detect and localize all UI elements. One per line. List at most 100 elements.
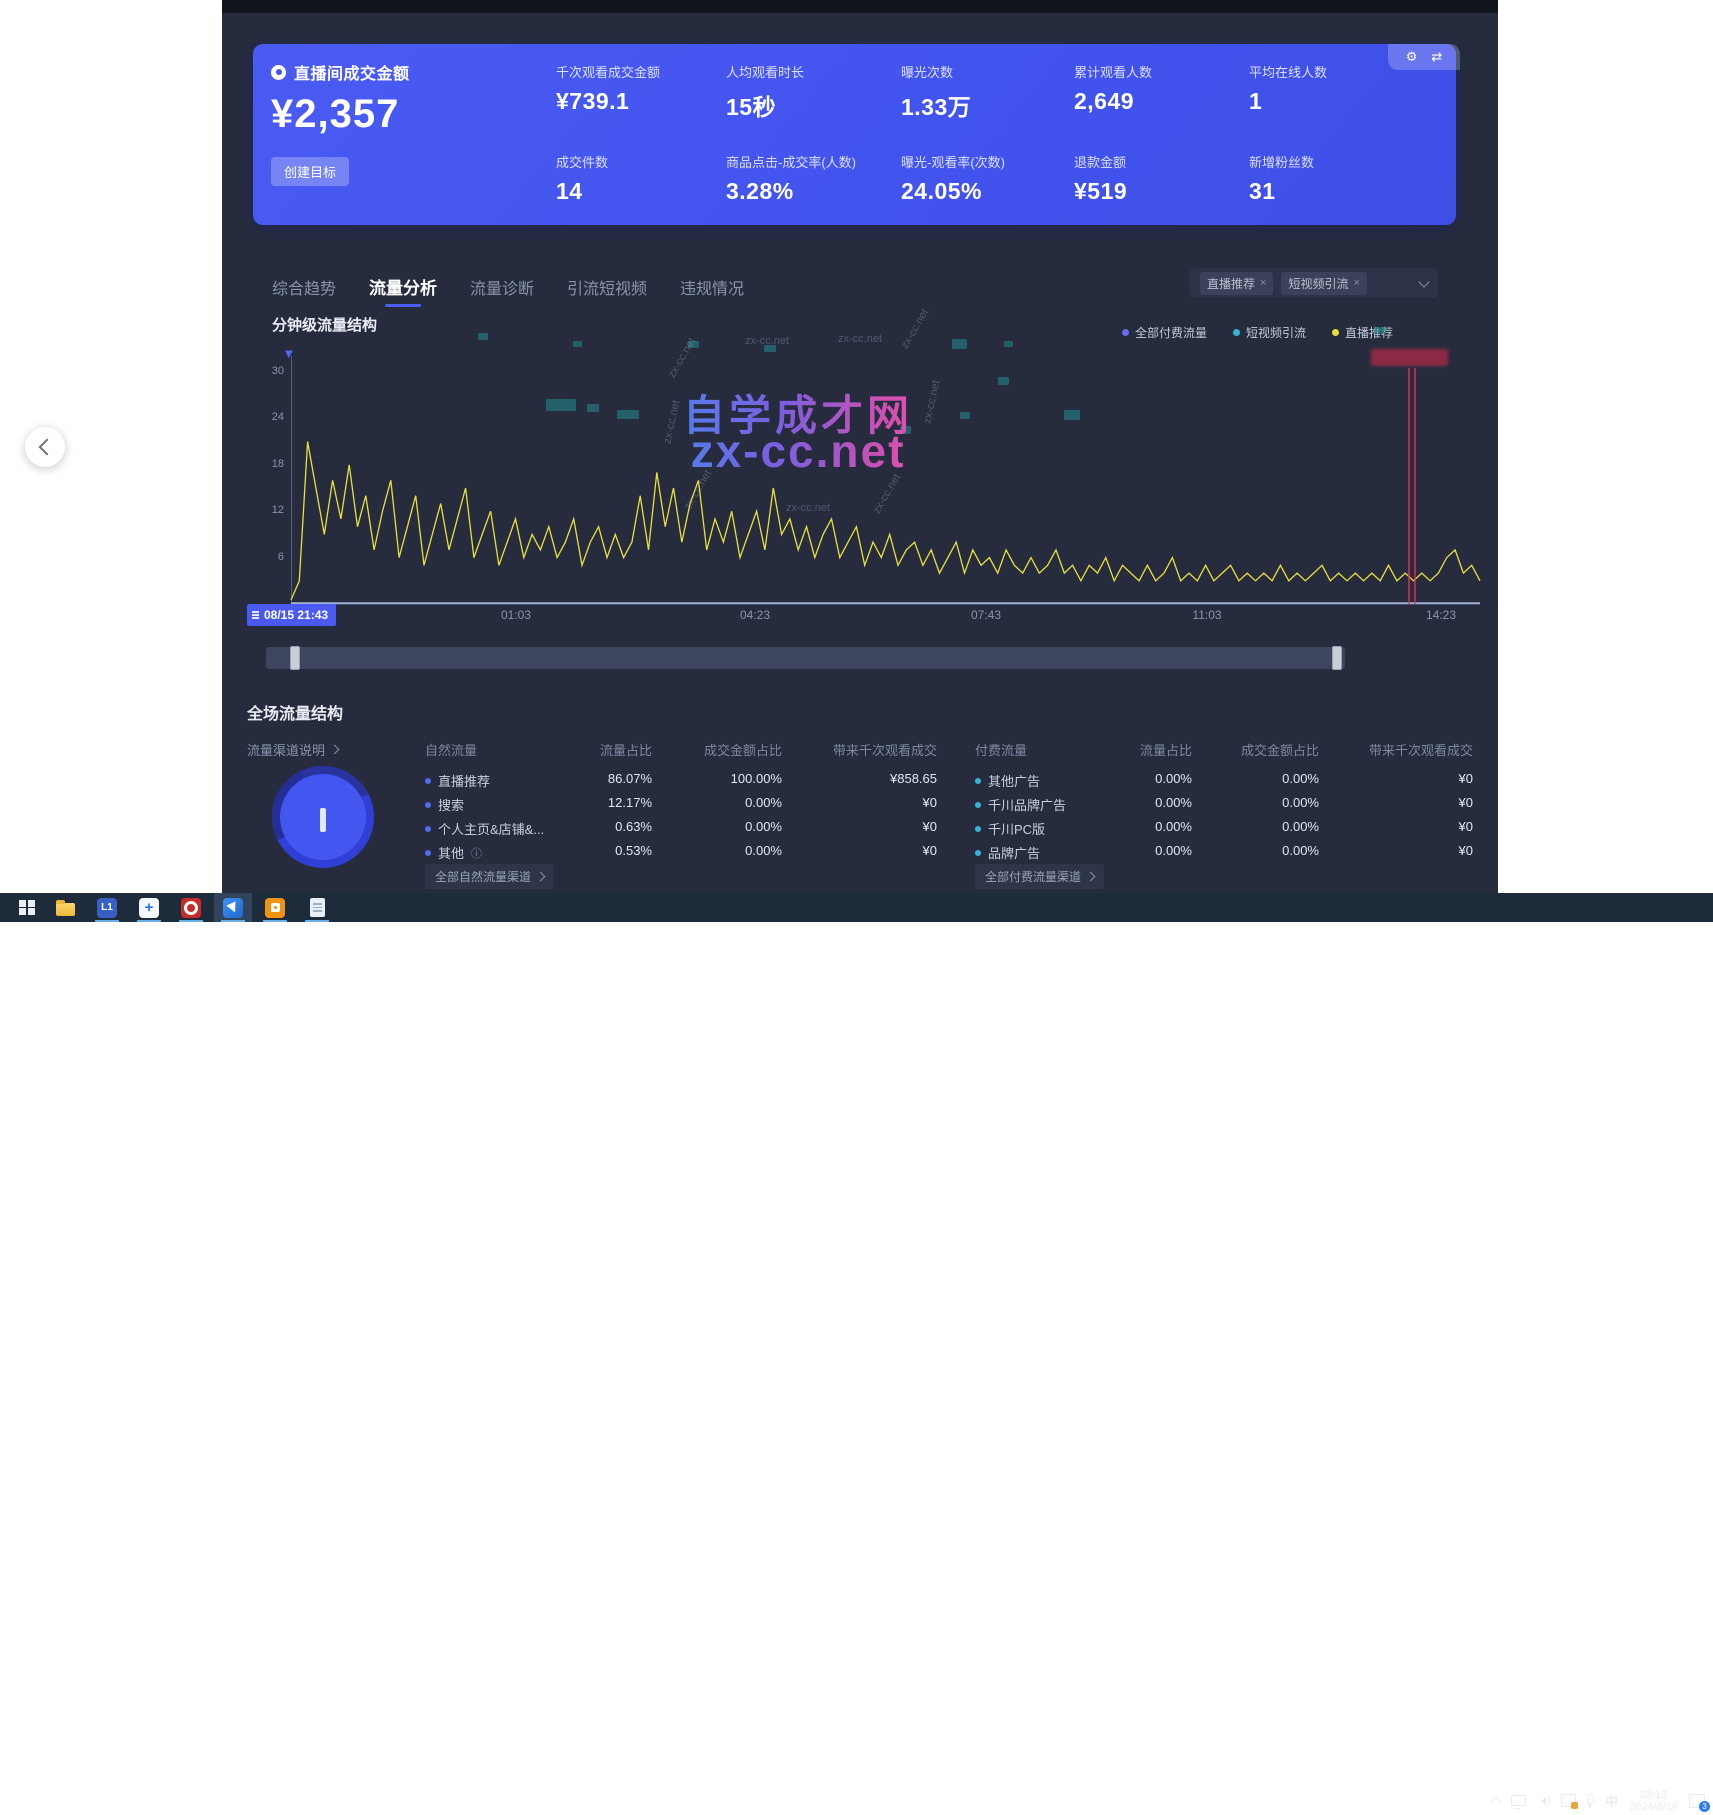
artifact-speck [998, 377, 1009, 385]
natural-row-value: 12.17% [542, 795, 652, 810]
taskbar-pointer-button[interactable] [214, 893, 252, 922]
paid-row-value: 0.00% [1082, 843, 1192, 858]
y-axis-line [291, 356, 292, 604]
row-dot [975, 850, 981, 856]
natural-table-header: 自然流量 [425, 740, 477, 759]
donut-center-label [320, 808, 326, 832]
paid-all-channels-link[interactable]: 全部付费流量渠道 [975, 864, 1104, 889]
column-header: 带来千次观看成交 [797, 740, 937, 759]
natural-all-channels-link[interactable]: 全部自然流量渠道 [425, 864, 554, 889]
row-dot [975, 802, 981, 808]
taskbar-explorer-button[interactable] [46, 893, 84, 922]
x-tick-label: 07:43 [971, 608, 1001, 622]
y-tick-label: 18 [256, 458, 284, 470]
artifact-speck [900, 426, 911, 434]
taskbar-opera-button[interactable] [172, 893, 210, 922]
row-dot [975, 778, 981, 784]
volume-icon[interactable]: ) [1537, 1796, 1550, 1806]
artifact-speck [1374, 327, 1386, 334]
natural-row-value: 100.00% [672, 771, 782, 786]
row-label: 个人主页&店铺&... [438, 819, 544, 838]
taskbar-start-button[interactable] [8, 893, 46, 922]
microphone-icon[interactable] [1587, 1794, 1594, 1804]
notification-badge: 3 [1699, 1801, 1710, 1812]
artifact-speck [546, 399, 576, 411]
screen: ⚙⇄ 直播间成交金额 ¥2,357 创建目标 千次观看成交金额¥739.1人均观… [0, 0, 1713, 922]
column-header: 流量占比 [512, 740, 652, 759]
natural-row-value: 0.00% [672, 819, 782, 834]
red-marker-line [1408, 368, 1410, 604]
natural-row-value: 0.53% [542, 843, 652, 858]
artifact-speck [617, 410, 639, 419]
paid-row-value: ¥0 [1363, 819, 1473, 834]
natural-row-value: ¥0 [827, 819, 937, 834]
y-tick-label: 30 [256, 365, 284, 377]
taskbar-recorder-button[interactable] [256, 893, 294, 922]
artifact-speck [1064, 410, 1080, 420]
paid-row-value: ¥0 [1363, 795, 1473, 810]
slider-handle-left[interactable] [290, 646, 300, 670]
row-label: 千川PC版 [988, 819, 1045, 838]
notepad-icon [310, 898, 325, 917]
link-label: 全部自然流量渠道 [435, 868, 531, 885]
x-tick-label: 01:03 [501, 608, 531, 622]
opera-browser-icon [181, 898, 201, 918]
natural-row-value: 0.63% [542, 819, 652, 834]
windows-start-icon [19, 900, 35, 916]
x-tick-label: 04:23 [740, 608, 770, 622]
artifact-speck [960, 412, 970, 419]
notification-icon[interactable]: 3 [1689, 1794, 1705, 1808]
tray-app-icon[interactable] [1561, 1794, 1576, 1807]
natural-row-name: 其他ⓘ [425, 843, 482, 862]
column-header: 带来千次观看成交 [1333, 740, 1473, 759]
column-header: 成交金额占比 [642, 740, 782, 759]
row-label: 其他 [438, 843, 464, 862]
paid-row-value: 0.00% [1082, 771, 1192, 786]
windows-taskbar: L1+ ) 中 23:13 2024/8/16 3 [0, 893, 1713, 922]
x-tick-label: 14:23 [1426, 608, 1456, 622]
axis-top-marker-icon: ▼ [285, 349, 293, 360]
natural-row-value: 0.00% [672, 795, 782, 810]
column-header: 成交金额占比 [1179, 740, 1319, 759]
row-label: 品牌广告 [988, 843, 1040, 862]
row-dot [425, 826, 431, 832]
natural-row-value: ¥858.65 [827, 771, 937, 786]
chevron-right-icon [330, 745, 340, 755]
natural-row-name: 直播推荐 [425, 771, 490, 790]
taskbar-notepad-button[interactable] [298, 893, 336, 922]
line-series-live-recommend [291, 442, 1480, 600]
red-marker-line [1414, 368, 1416, 604]
time-range-slider-track[interactable] [266, 647, 1345, 669]
pointer-app-icon [223, 898, 243, 918]
clock[interactable]: 23:13 2024/8/16 [1629, 1789, 1678, 1813]
taskbar-app-l1-button[interactable]: L1 [88, 893, 126, 922]
artifact-speck [1004, 341, 1013, 347]
row-dot [425, 850, 431, 856]
artifact-speck [573, 341, 582, 347]
x-tick-label: 11:03 [1192, 608, 1221, 622]
ime-indicator[interactable]: 中 [1605, 1791, 1618, 1810]
link-label: 全部付费流量渠道 [985, 868, 1081, 885]
natural-row-value: 0.00% [672, 843, 782, 858]
slider-handle-right[interactable] [1332, 646, 1342, 670]
natural-row-value: ¥0 [827, 843, 937, 858]
channel-info-link[interactable]: 流量渠道说明 [247, 740, 338, 759]
time-range-start-badge[interactable]: 08/15 21:43 [247, 604, 336, 626]
natural-row-name: 搜索 [425, 795, 464, 814]
network-icon[interactable] [1511, 1795, 1526, 1806]
artifact-speck [952, 339, 967, 349]
natural-row-value: 86.07% [542, 771, 652, 786]
traffic-donut-chart [272, 766, 374, 868]
traffic-structure-title: 全场流量结构 [247, 700, 343, 724]
natural-row-value: ¥0 [827, 795, 937, 810]
docs-app-icon: + [139, 898, 159, 918]
artifact-speck [688, 341, 699, 348]
taskbar-docs-button[interactable]: + [130, 893, 168, 922]
artifact-speck [478, 333, 488, 340]
paid-row-value: 0.00% [1209, 819, 1319, 834]
tray-expand-icon[interactable] [1490, 1796, 1501, 1807]
paid-row-value: 0.00% [1209, 795, 1319, 810]
recorder-app-icon [265, 898, 285, 918]
paid-table-header: 付费流量 [975, 740, 1027, 759]
artifact-speck [587, 404, 599, 412]
